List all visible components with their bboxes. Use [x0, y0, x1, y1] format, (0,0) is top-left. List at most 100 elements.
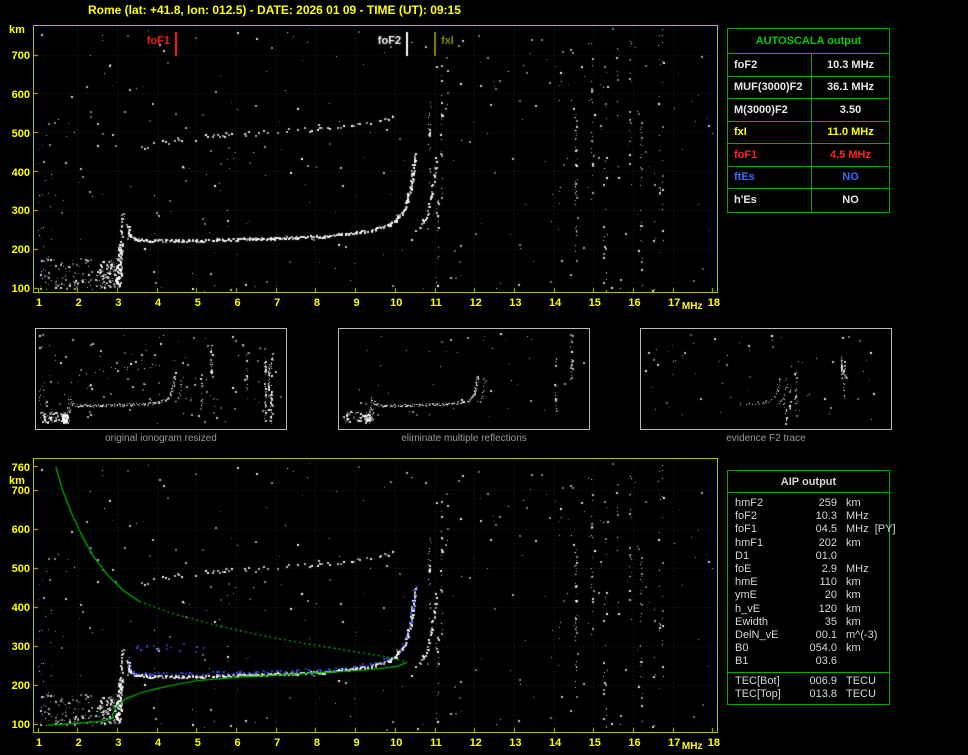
x-tick-label: 4 [155, 737, 162, 749]
aip-row-foe: foE 2.9 MHz [728, 563, 889, 576]
autoscala-row-fxi: fxI 11.0 MHz [728, 121, 889, 144]
aip-param-value: 259 [818, 497, 837, 509]
autoscala-param-label: M(3000)F2 [728, 99, 812, 121]
autoscala-param-value: 10.3 MHz [826, 58, 875, 71]
autoscala-param-label: foF1 [728, 144, 812, 166]
aip-param-label: TEC[Bot] [735, 674, 780, 687]
aip-param-value: 202 [818, 536, 837, 549]
aip-param-unit: km [846, 497, 861, 509]
aip-param-value: 2.9 [821, 563, 837, 576]
aip-param-label: B0 [735, 642, 749, 655]
x-tick-label: 16 [628, 297, 641, 309]
y-tick-label: 500 [11, 563, 30, 576]
x-tick-label: 7 [274, 297, 281, 309]
aip-row-fof1: foF1 04.5 MHz [PY] [728, 523, 896, 536]
thumbnail-canvas-f2 [641, 329, 891, 429]
y-tick-label: 600 [11, 88, 30, 101]
thumbnail-caption-original: original ionogram resized [105, 433, 217, 444]
x-tick-label: 14 [548, 297, 562, 309]
autoscala-table-body: foF2 10.3 MHz MUF(3000)F2 36.1 MHz M(3000)F2… [728, 54, 889, 212]
x-tick-label: 10 [390, 297, 403, 309]
ionogram-plot-bottom: 1 2 3 4 5 6 7 8 9 10 11 12 13 14 15 16 17 18 MHz 760 700 600 5… [9, 458, 720, 752]
autoscala-param-label: foF2 [728, 54, 812, 76]
aip-param-label: hmE [735, 576, 758, 589]
autoscala-table-title: AUTOSCALA output [728, 29, 889, 54]
ionogram-canvas-bottom [34, 459, 717, 732]
thumbnail-original-ionogram [35, 328, 287, 430]
aip-row-ewidth: Ewidth 35 km [728, 616, 889, 629]
aip-param-unit: MHz [846, 563, 869, 576]
aip-param-unit: MHz [846, 510, 869, 523]
x-tick-label: 9 [353, 737, 360, 749]
x-tick-label: 1 [35, 737, 43, 749]
aip-param-value: 10.3 [815, 510, 837, 523]
y-tick-label: 200 [11, 244, 30, 257]
autoscala-param-value: 36.1 MHz [826, 81, 875, 94]
x-tick-label: 1 [35, 297, 43, 309]
aip-param-label: Ewidth [735, 615, 769, 628]
thumbnail-evidence-f2 [640, 328, 892, 430]
autoscala-row-m3000f2: M(3000)F2 3.50 [728, 99, 889, 122]
ionogram-plot-top: 1 2 3 4 5 6 7 8 9 10 11 12 13 14 15 16 17 18 MHz 700 600 500 4… [9, 24, 720, 312]
y-tick-label: 300 [11, 205, 30, 218]
station-title: Rome (lat: +41.8, lon: 012.5) - DATE: 20… [88, 3, 461, 17]
aip-param-label: foE [735, 563, 752, 576]
aip-param-unit: TECU [846, 674, 876, 687]
y-tick-label: 200 [11, 680, 30, 693]
autoscala-row-fof2: foF2 10.3 MHz [728, 54, 889, 77]
thumbnail-eliminate-reflections [338, 328, 590, 430]
autoscala-param-label: MUF(3000)F2 [728, 76, 812, 98]
aip-param-label: TEC[Top] [735, 687, 781, 700]
aip-row-hme: hmE 110 km [728, 576, 889, 589]
autoscala-row-hes: h'Es NO [728, 189, 889, 212]
x-tick-label: 12 [469, 297, 482, 309]
aip-tec-section: TEC[Bot] 006.9 TECU TEC[Top] 013.8 TECU [728, 671, 889, 704]
aip-row-yme: ymE 20 km [728, 589, 889, 602]
x-tick-label: 7 [274, 737, 281, 749]
aip-param-unit [837, 655, 889, 668]
aip-param-value: 013.8 [809, 687, 837, 700]
aip-param-unit: km [846, 576, 861, 589]
aip-param-value: 00.1 [815, 629, 837, 642]
x-tick-label: 17 [668, 737, 681, 749]
aip-param-unit: m^(-3) [846, 629, 878, 642]
x-tick-label: 18 [707, 737, 721, 749]
y-tick-label: 700 [11, 50, 30, 63]
y-tick-label: 100 [11, 283, 30, 295]
aip-row-hmf1: hmF1 202 km [728, 537, 889, 550]
x-tick-label: 11 [430, 297, 442, 309]
y-tick-label: 700 [11, 485, 30, 498]
aip-row-tecbot: TEC[Bot] 006.9 TECU [728, 675, 889, 688]
x-tick-label: 13 [509, 297, 522, 309]
x-tick-label: 15 [588, 737, 601, 749]
x-tick-label: 16 [628, 737, 641, 749]
aip-param-label: hmF2 [735, 497, 764, 509]
x-tick-label: 8 [313, 737, 320, 749]
x-tick-label: 15 [588, 297, 601, 309]
ionogram-canvas-top [34, 26, 717, 292]
x-tick-label: 18 [707, 297, 721, 309]
aip-param-value: 04.5 [815, 523, 837, 536]
aip-row-hmf2: hmF2 259 km [728, 497, 889, 510]
aip-param-value: 35 [824, 615, 837, 628]
aip-param-unit: km [846, 536, 861, 549]
autoscala-param-value: 3.50 [839, 103, 862, 116]
aip-param-unit: TECU [846, 687, 876, 700]
x-tick-label: 14 [548, 737, 562, 749]
aip-param-unit: km [846, 642, 861, 655]
aip-param-label: ymE [735, 589, 757, 602]
x-tick-label: 3 [115, 297, 122, 309]
thumbnail-canvas-original [36, 329, 286, 429]
x-axis-unit: MHz [681, 741, 703, 752]
x-tick-label: 6 [234, 737, 241, 749]
autoscala-param-value: 4.5 MHz [830, 148, 871, 161]
thumbnail-caption-cleaned: eliminate multiple reflections [401, 433, 527, 444]
aip-param-label: DelN_vE [735, 629, 779, 642]
x-tick-label: 10 [390, 737, 403, 749]
x-tick-label: 6 [234, 297, 241, 309]
autoscala-row-fof1: foF1 4.5 MHz [728, 144, 889, 167]
y-tick-label: 400 [11, 602, 30, 615]
x-tick-label: 17 [668, 297, 681, 309]
aip-param-label: B1 [735, 655, 749, 668]
aip-param-label: foF1 [735, 523, 758, 536]
